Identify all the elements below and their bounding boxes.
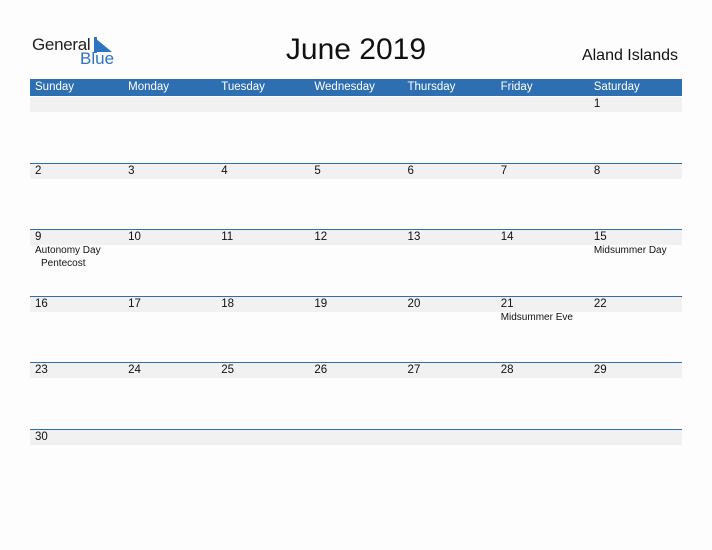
- day-number: 14: [500, 231, 514, 243]
- day-cell: 30: [30, 430, 123, 496]
- day-cell: 26: [309, 363, 402, 429]
- holiday-label: Midsummer Eve: [500, 311, 573, 323]
- day-cell: 4: [216, 164, 309, 230]
- day-cell: [403, 97, 496, 163]
- day-cell: [403, 430, 496, 496]
- weekday-friday: Friday: [500, 81, 533, 93]
- day-cell: [216, 430, 309, 496]
- day-cell: 20: [403, 297, 496, 363]
- day-number: 23: [35, 364, 48, 376]
- day-cell: [123, 97, 216, 163]
- day-cell: 8: [589, 164, 682, 230]
- weekday-tuesday: Tuesday: [221, 81, 265, 93]
- day-cell: 13: [403, 230, 496, 296]
- day-number: 17: [128, 297, 141, 310]
- day-cell: 11: [216, 230, 309, 296]
- day-number: 26: [314, 364, 328, 376]
- week-row: 2 3 4 5 6 7 8: [30, 162, 682, 230]
- day-cell: [496, 430, 589, 496]
- day-cell: 2: [30, 164, 123, 230]
- day-cell: [216, 97, 309, 163]
- day-number: 1: [593, 98, 601, 110]
- day-cell: 5: [309, 164, 402, 230]
- day-cell: 25: [216, 363, 309, 429]
- day-cell: [123, 430, 216, 496]
- weekday-thursday: Thursday: [407, 81, 456, 93]
- weekday-monday: Monday: [128, 81, 170, 93]
- calendar-grid: Sunday Monday Tuesday Wednesday Thursday…: [30, 79, 682, 445]
- day-cell: [589, 430, 682, 496]
- day-number: 27: [407, 364, 421, 376]
- holiday-label: Autonomy Day: [35, 245, 101, 256]
- week-row: 30: [30, 428, 682, 496]
- day-cell: [496, 97, 589, 163]
- day-cell: 29: [589, 363, 682, 429]
- day-number: 10: [128, 231, 141, 243]
- holiday-label: Pentecost: [41, 257, 86, 269]
- day-number: 6: [407, 164, 414, 177]
- day-cell: 3: [123, 164, 216, 230]
- day-cell: 15 Midsummer Day: [589, 230, 682, 296]
- day-number: 11: [221, 231, 234, 243]
- day-cell: 7: [496, 164, 589, 230]
- weekday-wednesday: Wednesday: [314, 81, 375, 93]
- day-number: 25: [221, 364, 235, 376]
- day-number: 24: [128, 364, 141, 376]
- day-cell: 27: [403, 363, 496, 429]
- week-row: 23 24 25 26 27 28 29: [30, 362, 682, 429]
- day-number: 19: [314, 297, 328, 310]
- day-cell: 22: [589, 297, 682, 363]
- day-cell: 12: [309, 230, 402, 296]
- day-cell: 9 Autonomy Day Pentecost: [30, 230, 123, 296]
- day-cell: 17: [123, 297, 216, 363]
- day-number: 4: [221, 164, 228, 177]
- day-number: 9: [35, 231, 42, 243]
- day-cell: 10: [123, 230, 216, 296]
- weekday-sunday: Sunday: [35, 81, 75, 93]
- day-number: 22: [593, 297, 607, 310]
- week-row: 16 17 18 19 20 21 Midsummer Eve 22: [30, 295, 682, 363]
- day-number: 21: [500, 297, 514, 310]
- day-number: 5: [314, 164, 321, 177]
- day-cell: [30, 97, 123, 163]
- day-cell: 23: [30, 363, 123, 429]
- day-number: 29: [593, 364, 607, 376]
- day-number: 12: [314, 231, 328, 243]
- day-number: 15: [593, 231, 607, 243]
- day-number: 28: [500, 364, 514, 376]
- weekday-saturday: Saturday: [593, 81, 640, 93]
- day-number: 30: [35, 430, 48, 443]
- country-label: Aland Islands: [581, 47, 678, 64]
- day-cell: 21 Midsummer Eve: [496, 297, 589, 363]
- day-number: 8: [593, 164, 601, 177]
- day-number: 18: [221, 297, 235, 310]
- day-cell: 24: [123, 363, 216, 429]
- day-cell: 6: [403, 164, 496, 230]
- day-number: 20: [407, 297, 421, 310]
- day-cell: 16: [30, 297, 123, 363]
- week-row: 1: [30, 97, 682, 163]
- day-cell: 14: [496, 230, 589, 296]
- day-number: 2: [35, 164, 42, 177]
- day-cell: 28: [496, 363, 589, 429]
- day-cell: 19: [309, 297, 402, 363]
- day-number: 7: [500, 164, 508, 177]
- day-number: 13: [407, 231, 421, 243]
- day-cell: [309, 97, 402, 163]
- weekday-header: Sunday Monday Tuesday Wednesday Thursday…: [30, 79, 682, 96]
- day-cell: [309, 430, 402, 496]
- day-cell: 18: [216, 297, 309, 363]
- day-cell: 1: [589, 97, 682, 163]
- week-row: 9 Autonomy Day Pentecost 10 11 12 13 14 15 Midsum…: [30, 229, 682, 296]
- day-number: 3: [128, 164, 135, 177]
- holiday-label: Midsummer Day: [593, 245, 667, 256]
- day-number: 16: [35, 297, 48, 310]
